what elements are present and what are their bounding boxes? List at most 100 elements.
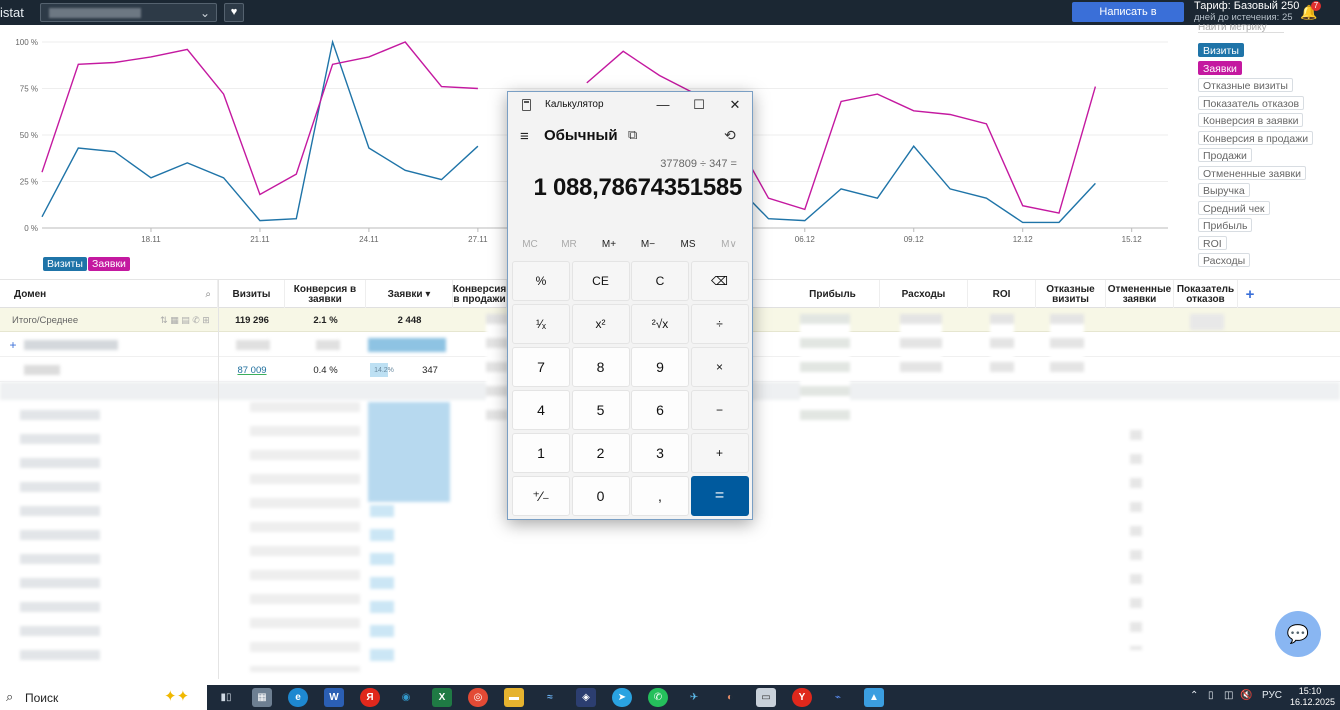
minus-button[interactable]: −	[690, 390, 749, 430]
metric-item[interactable]: Выручка	[1198, 183, 1250, 197]
word-icon[interactable]: W	[324, 688, 344, 707]
metric-item[interactable]: Конверсия в продажи	[1198, 130, 1314, 145]
tray-device-icon[interactable]: ▯	[1208, 690, 1214, 701]
chat-icon[interactable]: 💬	[1275, 611, 1321, 657]
metric-item[interactable]: Продажи	[1198, 148, 1252, 162]
metric-item[interactable]: Средний чек	[1198, 200, 1270, 215]
whatsapp-icon[interactable]: ✆	[648, 688, 668, 707]
volume-icon[interactable]: 🔇	[1240, 690, 1252, 701]
key-4[interactable]: 4	[512, 390, 570, 430]
key-6[interactable]: 6	[631, 390, 689, 430]
m-plus-button[interactable]: M+	[589, 237, 629, 253]
metric-item[interactable]: Расходы	[1198, 253, 1251, 267]
metric-search-input[interactable]: Найти метрику	[1198, 24, 1284, 33]
m-minus-button[interactable]: M−	[628, 237, 668, 253]
col-domain[interactable]: Домен ⌕	[0, 280, 218, 309]
col-cancelled[interactable]: Отмененные заявки	[1106, 280, 1174, 309]
edge-icon[interactable]: e	[288, 688, 308, 707]
key-5[interactable]: 5	[571, 390, 630, 430]
ms-button[interactable]: MS	[668, 237, 708, 253]
brand-logo[interactable]: istat	[0, 5, 24, 20]
add-column-button[interactable]: +	[1240, 280, 1260, 309]
equals-button[interactable]: =	[690, 476, 749, 516]
key-8[interactable]: 8	[571, 347, 630, 387]
percent-button[interactable]: %	[512, 261, 570, 301]
key-1[interactable]: 1	[512, 433, 570, 473]
key-9[interactable]: 9	[631, 347, 689, 387]
bell-icon[interactable]: 🔔 7	[1299, 1, 1321, 22]
app-bird-icon[interactable]: ✈	[684, 688, 704, 707]
calculator-window[interactable]: Калькулятор — ☐ ✕ ≡ Обычный ⧉ ⟲ 377809 ÷…	[507, 91, 753, 520]
clock[interactable]: 15:10 16.12.2025	[1290, 686, 1335, 708]
col-profit[interactable]: Прибыль	[786, 280, 880, 309]
clear-button[interactable]: C	[631, 261, 689, 301]
history-icon[interactable]: ⟲	[724, 127, 736, 144]
col-leads[interactable]: Заявки ▾	[366, 280, 453, 309]
chrome-icon[interactable]: ◎	[468, 688, 488, 707]
yandex-browser-icon[interactable]: Y	[792, 688, 812, 707]
metric-item[interactable]: Отмененные заявки	[1198, 165, 1306, 180]
keep-on-top-icon[interactable]: ⧉	[628, 127, 637, 143]
yandex-icon[interactable]: Я	[360, 688, 380, 707]
divide-button[interactable]: ÷	[690, 304, 749, 344]
taskbar-search[interactable]: ⌕ Поиск ✦✦	[0, 685, 207, 710]
support-button[interactable]: Написать в поддержку	[1072, 2, 1184, 38]
negate-button[interactable]: ⁺⁄₋	[512, 476, 570, 516]
backspace-button[interactable]: ⌫	[690, 261, 749, 301]
app-fish-icon[interactable]: ◐	[720, 688, 740, 707]
ce-button[interactable]: CE	[571, 261, 630, 301]
tray-chevron-icon[interactable]: ⌃	[1190, 690, 1198, 701]
app-camera-icon[interactable]: ◈	[576, 688, 596, 707]
decimal-button[interactable]: ,	[631, 476, 689, 516]
telegram-icon[interactable]: ➤	[612, 688, 632, 707]
legend-visits[interactable]: Визиты	[43, 257, 87, 271]
mr-button[interactable]: MR	[549, 237, 589, 253]
metric-item[interactable]: ROI	[1198, 235, 1227, 250]
metric-item[interactable]: Визиты	[1198, 43, 1244, 57]
plus-button[interactable]: +	[690, 433, 749, 473]
col-roi[interactable]: ROI	[968, 280, 1036, 309]
minimize-icon[interactable]: —	[648, 95, 678, 115]
excel-icon[interactable]: X	[432, 688, 452, 707]
task-view-icon[interactable]: ▮▯	[216, 688, 236, 707]
key-7[interactable]: 7	[512, 347, 570, 387]
close-icon[interactable]: ✕	[720, 95, 750, 115]
menu-icon[interactable]: ≡	[520, 128, 529, 145]
language-indicator[interactable]: РУС	[1262, 690, 1282, 701]
metric-item[interactable]: Прибыль	[1198, 218, 1253, 232]
maximize-icon[interactable]: ☐	[684, 95, 714, 115]
multiply-button[interactable]: ×	[690, 347, 749, 387]
app-wave-icon[interactable]: ⌁	[828, 688, 848, 707]
col-bounce-rate[interactable]: Показатель отказов	[1174, 280, 1238, 309]
tariff-info[interactable]: Тариф: Базовый 250 дней до истечения: 25	[1194, 1, 1299, 24]
heart-icon[interactable]: ♥	[224, 3, 244, 22]
row-tools-icon[interactable]: ⇅ ▦ ▤ ✆ ⊞	[155, 308, 215, 332]
mc-button[interactable]: MC	[510, 237, 550, 253]
expand-icon[interactable]: +	[8, 333, 18, 357]
app-swirl-icon[interactable]: ≈	[540, 688, 560, 707]
key-2[interactable]: 2	[571, 433, 630, 473]
row-visits[interactable]: 87 009	[219, 358, 285, 382]
col-conv-sales[interactable]: Конверсия в продажи	[453, 280, 507, 309]
metric-item[interactable]: Конверсия в заявки	[1198, 113, 1304, 127]
key-0[interactable]: 0	[571, 476, 630, 516]
calculator-taskbar-icon[interactable]: ▦	[252, 688, 272, 707]
metric-item[interactable]: Заявки	[1198, 60, 1242, 75]
col-expenses[interactable]: Расходы	[880, 280, 968, 309]
site-select[interactable]: ⌄	[40, 3, 217, 22]
app-photos-icon[interactable]: ▲	[864, 688, 884, 707]
app-drop-icon[interactable]: ◉	[396, 688, 416, 707]
reciprocal-button[interactable]: ¹⁄ₓ	[512, 304, 570, 344]
square-button[interactable]: x²	[571, 304, 630, 344]
app-window-icon[interactable]: ▭	[756, 688, 776, 707]
memory-list-button[interactable]: M∨	[709, 237, 749, 253]
metric-item[interactable]: Показатель отказов	[1198, 95, 1305, 110]
col-conv-leads[interactable]: Конверсия в заявки	[285, 280, 366, 309]
search-icon[interactable]: ⌕	[205, 289, 211, 300]
key-3[interactable]: 3	[631, 433, 689, 473]
col-visits[interactable]: Визиты	[219, 280, 285, 309]
col-bounce-visits[interactable]: Отказные визиты	[1036, 280, 1106, 309]
legend-leads[interactable]: Заявки	[88, 257, 130, 271]
calculator-titlebar[interactable]: Калькулятор — ☐ ✕	[508, 92, 752, 117]
explorer-icon[interactable]: ▬	[504, 688, 524, 707]
